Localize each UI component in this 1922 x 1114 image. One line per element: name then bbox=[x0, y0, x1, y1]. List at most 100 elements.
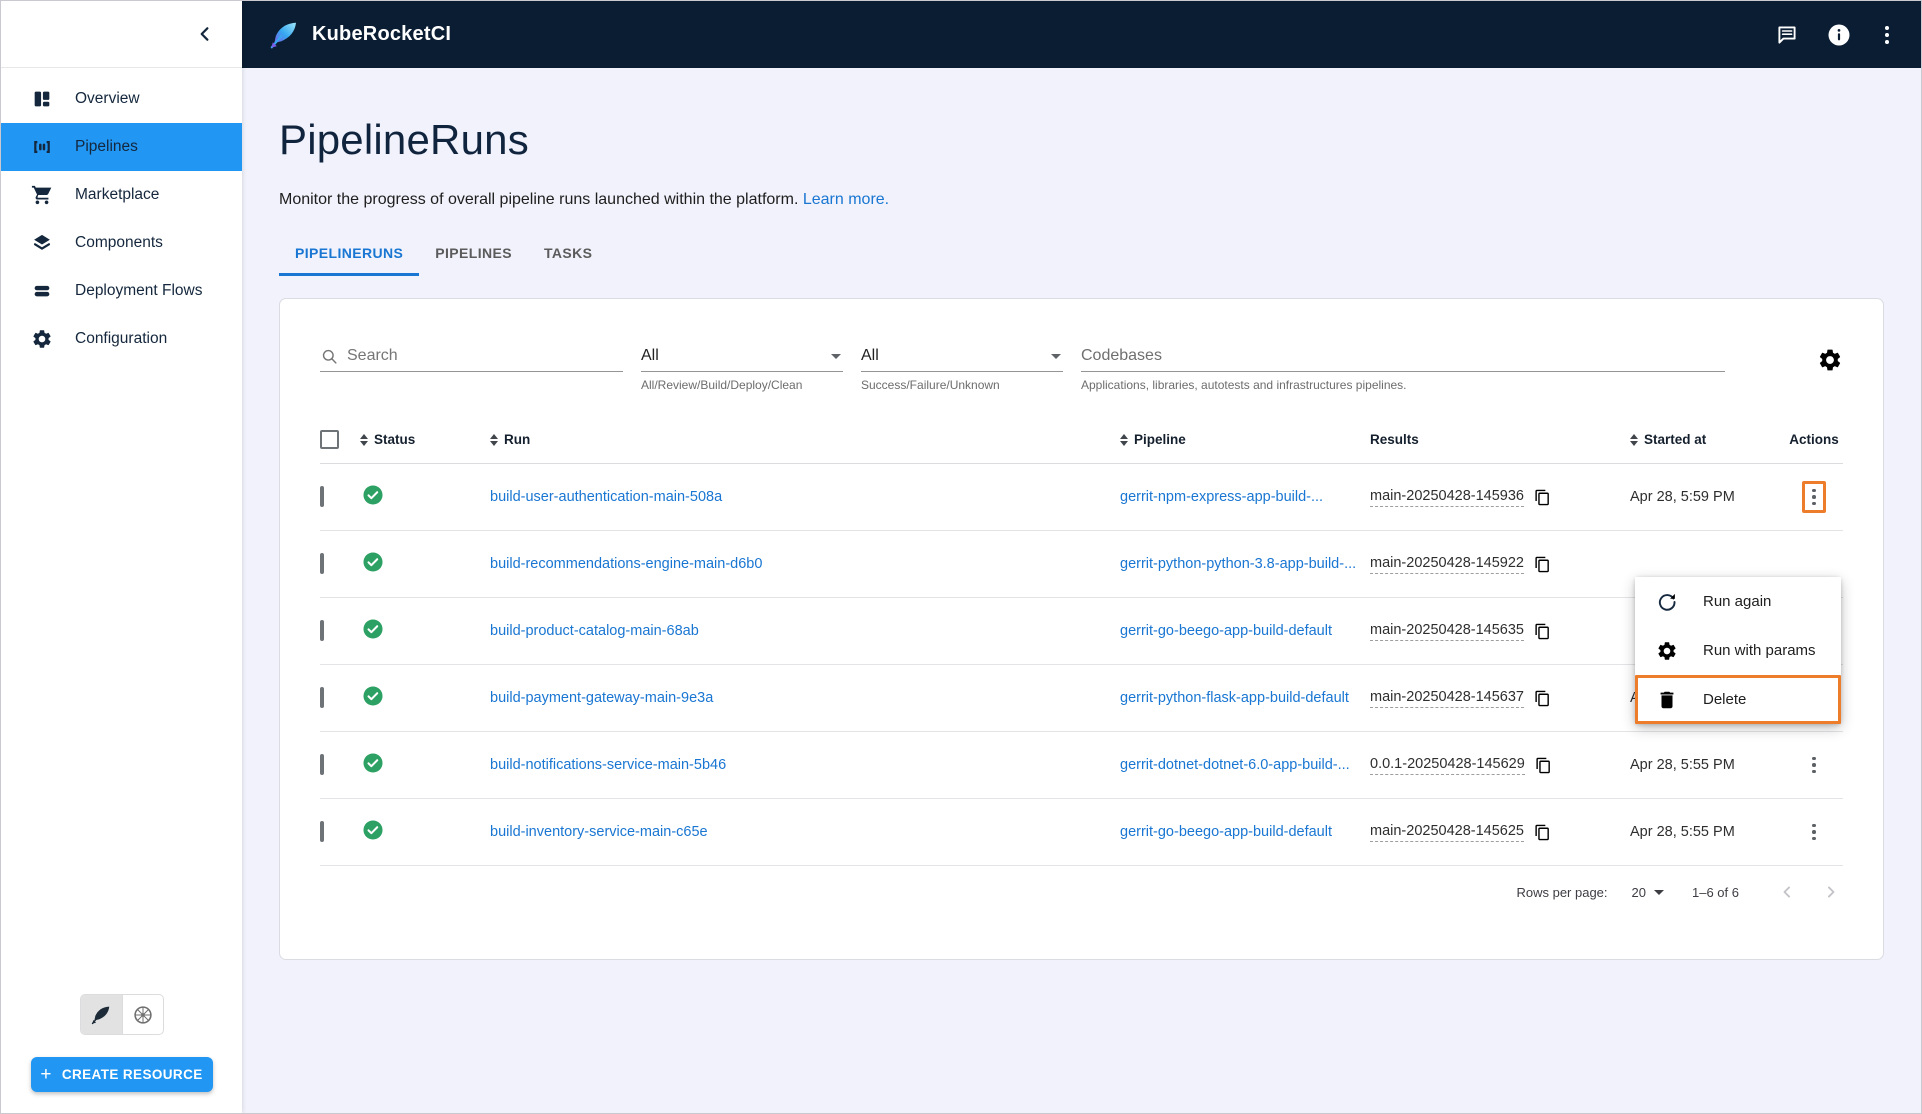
sidebar-item-label: Pipelines bbox=[75, 138, 138, 155]
column-header-run[interactable]: Run bbox=[490, 432, 1120, 447]
copy-icon[interactable] bbox=[1534, 690, 1551, 707]
result-link[interactable]: main-20250428-145922 bbox=[1370, 555, 1524, 574]
copy-icon[interactable] bbox=[1534, 556, 1551, 573]
row-checkbox[interactable] bbox=[320, 821, 324, 842]
pipeline-link[interactable]: gerrit-dotnet-dotnet-6.0-app-build-... bbox=[1120, 757, 1350, 773]
run-link[interactable]: build-product-catalog-main-68ab bbox=[490, 623, 699, 639]
select-all-checkbox[interactable] bbox=[320, 430, 339, 449]
tab-tasks[interactable]: TASKS bbox=[528, 237, 608, 276]
sidebar-item-overview[interactable]: Overview bbox=[1, 75, 242, 123]
tab-pipelines[interactable]: PIPELINES bbox=[419, 237, 528, 276]
pipeline-link[interactable]: gerrit-python-python-3.8-app-build-... bbox=[1120, 556, 1356, 572]
rocket-feather-icon[interactable] bbox=[80, 995, 122, 1034]
create-resource-button[interactable]: + CREATE RESOURCE bbox=[30, 1057, 213, 1092]
result-link[interactable]: main-20250428-145635 bbox=[1370, 622, 1524, 641]
run-link[interactable]: build-inventory-service-main-c65e bbox=[490, 824, 708, 840]
column-header-status[interactable]: Status bbox=[360, 432, 490, 447]
sidebar-collapse-icon[interactable] bbox=[194, 23, 216, 45]
header-actions bbox=[1775, 23, 1895, 47]
codebases-filter-field[interactable]: Codebases Applications, libraries, autot… bbox=[1081, 341, 1725, 392]
run-link[interactable]: build-recommendations-engine-main-d6b0 bbox=[490, 556, 762, 572]
result-link[interactable]: main-20250428-145625 bbox=[1370, 823, 1524, 842]
copy-icon[interactable] bbox=[1534, 824, 1551, 841]
pipeline-link[interactable]: gerrit-python-flask-app-build-default bbox=[1120, 690, 1349, 706]
status-success-icon bbox=[362, 819, 384, 841]
menu-item-run-with-params[interactable]: Run with params bbox=[1635, 626, 1841, 675]
sidebar-item-components[interactable]: Components bbox=[1, 219, 242, 267]
header-kebab-menu-icon[interactable] bbox=[1879, 24, 1895, 46]
table-row: build-product-catalog-main-68ab gerrit-g… bbox=[320, 598, 1843, 665]
status-filter-select[interactable]: All All/Review/Build/Deploy/Clean bbox=[641, 341, 843, 392]
dashboard-icon bbox=[31, 88, 53, 110]
stack-icon bbox=[31, 280, 53, 302]
feedback-icon[interactable] bbox=[1775, 23, 1799, 47]
sort-icon[interactable] bbox=[490, 433, 498, 446]
table-settings-gear-icon[interactable] bbox=[1817, 347, 1843, 373]
sidebar-item-pipelines[interactable]: Pipelines bbox=[1, 123, 242, 171]
search-field bbox=[320, 341, 623, 372]
plus-icon: + bbox=[40, 1064, 52, 1085]
column-header-pipeline[interactable]: Pipeline bbox=[1120, 432, 1370, 447]
info-icon[interactable] bbox=[1827, 23, 1851, 47]
result-link[interactable]: main-20250428-145936 bbox=[1370, 488, 1524, 507]
menu-item-run-again[interactable]: Run again bbox=[1635, 577, 1841, 626]
page-title: PipelineRuns bbox=[279, 116, 529, 163]
sort-icon[interactable] bbox=[360, 433, 368, 446]
copy-icon[interactable] bbox=[1535, 757, 1552, 774]
app-header: KubeRocketCI bbox=[242, 1, 1921, 68]
table-header-row: Status Run Pipeline Results Started at A… bbox=[320, 416, 1843, 464]
row-actions-button[interactable] bbox=[1805, 819, 1823, 846]
rows-per-page-select[interactable]: 20 bbox=[1632, 885, 1666, 900]
row-checkbox[interactable] bbox=[320, 620, 324, 641]
result-filter-helper: Success/Failure/Unknown bbox=[861, 378, 1000, 392]
sidebar-item-deployment-flows[interactable]: Deployment Flows bbox=[1, 267, 242, 315]
next-page-icon[interactable] bbox=[1821, 882, 1841, 902]
run-link[interactable]: build-user-authentication-main-508a bbox=[490, 489, 722, 505]
pipeline-link[interactable]: gerrit-npm-express-app-build-... bbox=[1120, 489, 1323, 505]
pipeline-link[interactable]: gerrit-go-beego-app-build-default bbox=[1120, 824, 1332, 840]
pipelineruns-table: Status Run Pipeline Results Started at A… bbox=[320, 416, 1843, 866]
row-checkbox[interactable] bbox=[320, 486, 324, 507]
row-actions-context-menu: Run again Run with params Delete bbox=[1635, 577, 1841, 724]
sidebar: Overview Pipelines Marketplace Component… bbox=[1, 1, 242, 1113]
pipeline-link[interactable]: gerrit-go-beego-app-build-default bbox=[1120, 623, 1332, 639]
result-filter-select[interactable]: All Success/Failure/Unknown bbox=[861, 341, 1063, 392]
annotation-highlight-box bbox=[1802, 480, 1826, 514]
codebases-label: Codebases bbox=[1081, 347, 1162, 364]
table-row: build-recommendations-engine-main-d6b0 g… bbox=[320, 531, 1843, 598]
sidebar-nav: Overview Pipelines Marketplace Component… bbox=[1, 68, 242, 363]
table-row: build-user-authentication-main-508a gerr… bbox=[320, 464, 1843, 531]
previous-page-icon[interactable] bbox=[1777, 882, 1797, 902]
row-checkbox[interactable] bbox=[320, 553, 324, 574]
result-link[interactable]: main-20250428-145637 bbox=[1370, 689, 1524, 708]
gear-run-icon bbox=[1656, 640, 1678, 662]
search-input[interactable] bbox=[347, 347, 623, 365]
pipelines-icon bbox=[31, 136, 53, 158]
table-row: build-notifications-service-main-5b46 ge… bbox=[320, 732, 1843, 799]
sidebar-item-configuration[interactable]: Configuration bbox=[1, 315, 242, 363]
tab-pipelineruns[interactable]: PIPELINERUNS bbox=[279, 237, 420, 276]
brand: KubeRocketCI bbox=[268, 19, 451, 51]
copy-icon[interactable] bbox=[1534, 489, 1551, 506]
sort-icon[interactable] bbox=[1120, 433, 1128, 446]
row-actions-button[interactable] bbox=[1805, 752, 1823, 779]
learn-more-link[interactable]: Learn more. bbox=[803, 191, 889, 208]
run-link[interactable]: build-payment-gateway-main-9e3a bbox=[490, 690, 713, 706]
sort-icon[interactable] bbox=[1630, 433, 1638, 446]
result-link[interactable]: 0.0.1-20250428-145629 bbox=[1370, 756, 1525, 775]
tabs: PIPELINERUNS PIPELINES TASKS bbox=[279, 237, 1921, 276]
row-checkbox[interactable] bbox=[320, 687, 324, 708]
column-header-actions: Actions bbox=[1789, 432, 1839, 447]
kubernetes-icon[interactable] bbox=[121, 995, 163, 1034]
column-header-started-at[interactable]: Started at bbox=[1630, 432, 1785, 447]
run-link[interactable]: build-notifications-service-main-5b46 bbox=[490, 757, 726, 773]
menu-item-delete[interactable]: Delete bbox=[1635, 675, 1841, 724]
row-actions-button[interactable] bbox=[1805, 484, 1823, 511]
app-title: KubeRocketCI bbox=[312, 23, 452, 45]
sidebar-item-marketplace[interactable]: Marketplace bbox=[1, 171, 242, 219]
column-header-results: Results bbox=[1370, 432, 1419, 447]
chevron-down-icon bbox=[1051, 353, 1061, 359]
copy-icon[interactable] bbox=[1534, 623, 1551, 640]
row-checkbox[interactable] bbox=[320, 754, 324, 775]
started-at-value: Apr 28, 5:55 PM bbox=[1630, 824, 1735, 840]
